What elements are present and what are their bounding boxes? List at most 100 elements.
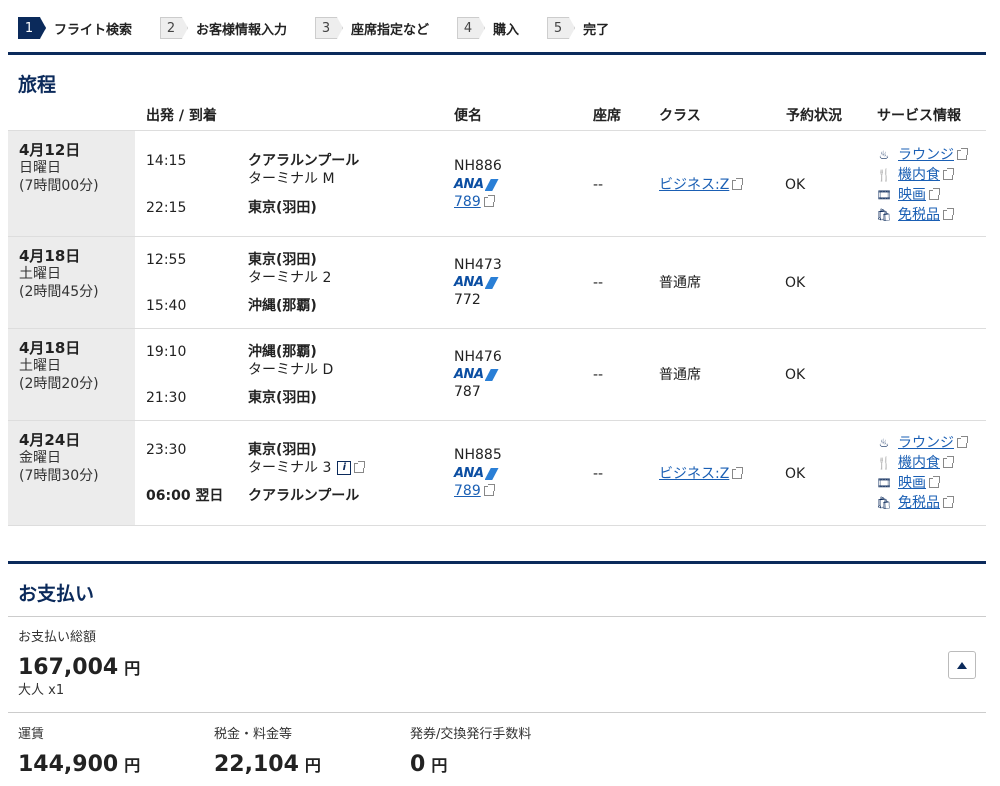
- step-3: 3 座席指定など: [315, 16, 429, 40]
- flight-date: 4月18日: [19, 247, 81, 265]
- ana-logo-icon: ANA: [454, 274, 499, 292]
- service-label[interactable]: 映画: [898, 185, 926, 205]
- ana-logo-icon: ANA: [454, 465, 499, 483]
- movie-link[interactable]: 🎞 映画: [876, 185, 967, 205]
- service-label[interactable]: 免税品: [898, 493, 940, 513]
- step-number: 4: [457, 17, 486, 39]
- flight-weekday: 日曜日: [19, 160, 61, 176]
- external-link-icon: [732, 467, 744, 479]
- info-icon[interactable]: i: [337, 461, 352, 475]
- arr-time: 15:40: [146, 298, 187, 314]
- shopping-icon: 🛍: [876, 208, 892, 222]
- duty-free-link[interactable]: 🛍 免税品: [876, 493, 967, 513]
- service-label[interactable]: 機内食: [898, 165, 940, 185]
- total-value: 167,004: [18, 655, 119, 680]
- flight-row: 4月18日 土曜日 (2時間20分) 19:10 沖縄(那覇) ターミナル D …: [8, 328, 986, 420]
- ana-logo-icon: ANA: [454, 366, 499, 384]
- step-number: 5: [547, 17, 576, 39]
- external-link-icon[interactable]: [354, 461, 366, 473]
- film-reel-icon: 🎞: [876, 188, 892, 202]
- currency: 円: [304, 756, 321, 775]
- external-link-icon: [943, 456, 954, 468]
- total-label: お支払い総額: [18, 630, 97, 645]
- film-reel-icon: 🎞: [876, 476, 892, 490]
- flight-duration: (2時間20分): [19, 376, 99, 392]
- aircraft-type[interactable]: 789: [454, 483, 481, 499]
- step-4: 4 購入: [457, 16, 519, 40]
- booking-status: OK: [785, 275, 806, 291]
- step-1: 1 フライト検索: [18, 16, 132, 40]
- flight-date: 4月18日: [19, 339, 81, 357]
- fare-label: 運賃: [18, 727, 45, 742]
- currency: 円: [124, 659, 141, 678]
- external-link-icon: [483, 195, 495, 207]
- arr-place: クアラルンプール: [248, 488, 360, 504]
- step-label: 購入: [493, 22, 520, 38]
- duty-free-link[interactable]: 🛍 免税品: [876, 205, 967, 225]
- flight-duration: (2時間45分): [19, 284, 99, 300]
- class-link[interactable]: ビジネス:Z: [659, 465, 744, 483]
- service-label[interactable]: 機内食: [898, 453, 940, 473]
- dep-place: クアラルンプール: [248, 153, 360, 169]
- service-label[interactable]: 映画: [898, 473, 926, 493]
- fork-knife-icon: 🍴: [876, 168, 892, 182]
- external-link-icon: [943, 208, 954, 220]
- lounge-icon: ♨: [878, 436, 890, 450]
- lounge-link[interactable]: ♨ ラウンジ: [876, 145, 968, 165]
- aircraft-link[interactable]: 789: [454, 482, 495, 500]
- external-link-icon: [732, 178, 744, 190]
- flight-weekday: 土曜日: [19, 266, 61, 282]
- fork-knife-icon: 🍴: [876, 456, 892, 470]
- itinerary-table-header: 出発 / 到着 便名 座席 クラス 予約状況 サービス情報: [0, 105, 1000, 125]
- external-link-icon: [483, 484, 495, 496]
- terminal: ターミナル M: [248, 171, 335, 187]
- flight-weekday: 土曜日: [19, 358, 61, 374]
- meal-link[interactable]: 🍴 機内食: [876, 165, 967, 185]
- step-label: フライト検索: [54, 22, 133, 38]
- ana-logo-icon: ANA: [454, 176, 499, 194]
- passenger-count: 大人 x1: [18, 683, 65, 698]
- airline-name: ANA: [454, 466, 484, 481]
- class-name[interactable]: ビジネス:Z: [659, 466, 729, 482]
- flight-date: 4月24日: [19, 431, 81, 449]
- airline-logo: ANA: [454, 464, 499, 483]
- service-label[interactable]: ラウンジ: [898, 433, 954, 453]
- airline-logo: ANA: [454, 273, 499, 292]
- step-5: 5 完了: [547, 16, 609, 40]
- header-service: サービス情報: [877, 108, 961, 124]
- service-label[interactable]: 免税品: [898, 205, 940, 225]
- aircraft-link[interactable]: 789: [454, 193, 495, 211]
- collapse-toggle-button[interactable]: [948, 651, 976, 679]
- flight-date: 4月12日: [19, 141, 81, 159]
- flight-number: NH473: [454, 257, 502, 273]
- external-link-icon: [929, 188, 940, 200]
- step-number: 2: [160, 17, 189, 39]
- class-name: 普通席: [659, 275, 701, 291]
- tax-label: 税金・料金等: [214, 727, 293, 742]
- external-link-icon: [943, 496, 954, 508]
- currency: 円: [431, 756, 448, 775]
- dep-place: 東京(羽田): [248, 252, 317, 268]
- dep-time: 23:30: [146, 442, 187, 458]
- section-divider: [8, 52, 986, 55]
- total-amount: 167,004 円: [18, 655, 140, 683]
- external-link-icon: [929, 476, 940, 488]
- header-seat: 座席: [593, 108, 621, 124]
- lounge-link[interactable]: ♨ ラウンジ: [876, 433, 968, 453]
- class-name[interactable]: ビジネス:Z: [659, 177, 729, 193]
- payment-title: お支払い: [18, 583, 95, 605]
- dep-time: 19:10: [146, 344, 187, 360]
- seat: --: [593, 275, 604, 291]
- movie-link[interactable]: 🎞 映画: [876, 473, 967, 493]
- service-label[interactable]: ラウンジ: [898, 145, 954, 165]
- header-class: クラス: [659, 108, 701, 124]
- flight-row: 4月24日 金曜日 (7時間30分) 23:30 東京(羽田) ターミナル 3 i…: [8, 420, 986, 526]
- fare-value: 144,900: [18, 752, 119, 777]
- divider: [8, 616, 986, 617]
- fee-label: 発券/交換発行手数料: [410, 727, 532, 742]
- class-link[interactable]: ビジネス:Z: [659, 176, 744, 194]
- meal-link[interactable]: 🍴 機内食: [876, 453, 967, 473]
- seat: --: [593, 466, 604, 482]
- aircraft-type[interactable]: 789: [454, 194, 481, 210]
- flight-number: NH885: [454, 447, 502, 463]
